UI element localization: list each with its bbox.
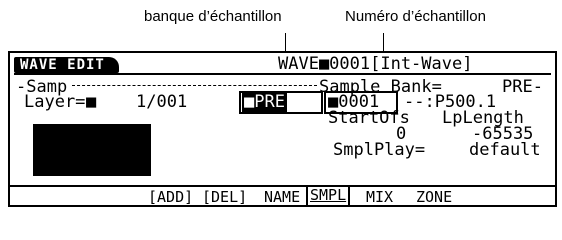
title-divider	[14, 73, 551, 75]
tab-del[interactable]: [DEL]	[202, 189, 247, 205]
sample-bank-value: PRE-	[502, 77, 543, 97]
tab-mix[interactable]: MIX	[366, 189, 393, 205]
smpl-play-label: SmplPlay=	[333, 140, 426, 160]
mode-tag: WAVE EDIT	[14, 57, 119, 73]
wave-id: WAVE■0001[Int-Wave]	[278, 54, 473, 74]
tab-bar: [ADD] [DEL] NAME SMPL MIX ZONE	[10, 185, 555, 205]
tab-zone[interactable]: ZONE	[416, 189, 452, 205]
waveform-display	[33, 124, 151, 176]
sample-number-callout: Numéro d’échantillon	[345, 8, 486, 25]
tab-add[interactable]: [ADD]	[148, 189, 193, 205]
layer-value[interactable]: ■	[86, 94, 96, 111]
smpl-play-value[interactable]: default	[469, 142, 541, 159]
sample-bank-callout: banque d’échantillon	[144, 8, 282, 25]
layer-label: Layer=	[24, 92, 86, 112]
tab-name[interactable]: NAME	[264, 189, 300, 205]
tab-smpl[interactable]: SMPL	[306, 185, 351, 205]
section-dash	[72, 85, 317, 87]
lcd-screen: WAVE EDIT WAVE■0001[Int-Wave] -Samp Samp…	[8, 51, 557, 207]
layer-index: 1/001	[136, 92, 188, 112]
bank-field[interactable]: ■PRE	[242, 93, 287, 112]
